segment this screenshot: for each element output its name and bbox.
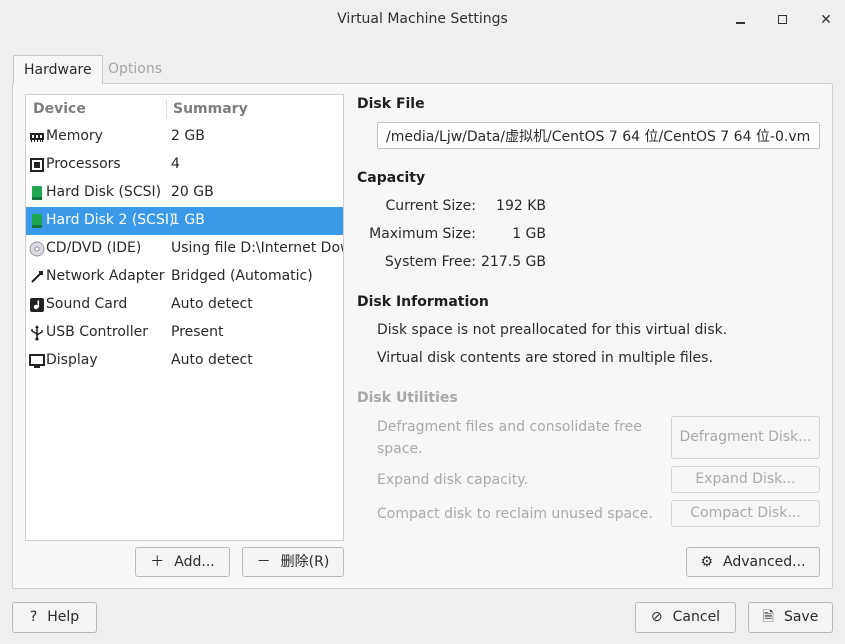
disk-info-multiple-files: Virtual disk contents are stored in mult…	[377, 350, 713, 366]
tab-hardware[interactable]: Hardware	[13, 55, 103, 84]
question-icon: ?	[29, 609, 38, 625]
help-label: Help	[47, 609, 80, 625]
help-button[interactable]: ? Help	[12, 602, 97, 633]
device-summary: 20 GB	[171, 184, 214, 200]
minimize-button[interactable]	[731, 10, 751, 30]
device-name: CD/DVD (IDE)	[46, 240, 142, 256]
device-row-cd-dvd[interactable]: CD/DVD (IDE) Using file D:\Internet Down…	[26, 235, 343, 263]
gears-icon: ⚙	[700, 554, 714, 570]
close-icon: ✕	[820, 12, 832, 28]
device-row-hard-disk[interactable]: Hard Disk (SCSI) 20 GB	[26, 179, 343, 207]
current-size-label: Current Size:	[385, 198, 477, 214]
device-summary: 1 GB	[171, 212, 205, 228]
device-row-hard-disk-2[interactable]: Hard Disk 2 (SCSI) 1 GB	[26, 207, 343, 235]
sound-card-icon	[30, 298, 44, 312]
device-summary: Using file D:\Internet Downloads	[171, 240, 343, 256]
current-size-value: 192 KB	[496, 198, 546, 214]
disk-info-preallocation: Disk space is not preallocated for this …	[377, 322, 728, 338]
device-name: Sound Card	[46, 296, 128, 312]
window-title: Virtual Machine Settings	[337, 11, 508, 27]
device-name: Display	[46, 352, 98, 368]
column-header-device[interactable]: Device	[33, 101, 86, 117]
minimize-icon	[736, 22, 745, 24]
add-label: Add...	[174, 554, 215, 570]
usb-icon	[31, 325, 43, 341]
defragment-description: Defragment files and consolidate free sp…	[377, 419, 642, 457]
advanced-label: Advanced...	[723, 554, 806, 570]
close-button[interactable]: ✕	[816, 10, 836, 30]
cancel-label: Cancel	[672, 609, 721, 625]
cancel-icon: ⊘	[650, 609, 663, 625]
network-adapter-icon	[31, 271, 43, 283]
capacity-heading: Capacity	[357, 170, 426, 186]
device-row-display[interactable]: Display Auto detect	[26, 347, 343, 375]
device-name: Processors	[46, 156, 121, 172]
maximum-size-label: Maximum Size:	[369, 226, 476, 242]
disk-utilities-heading: Disk Utilities	[357, 390, 458, 406]
device-summary: Auto detect	[171, 352, 253, 368]
compact-disk-button[interactable]: Compact Disk...	[671, 500, 820, 527]
hard-disk-icon	[32, 214, 42, 228]
save-button[interactable]: 🗎 Save	[748, 602, 833, 633]
remove-device-button[interactable]: － 删除(R)	[242, 547, 344, 577]
add-device-button[interactable]: ＋ Add...	[135, 547, 230, 577]
plus-icon: ＋	[150, 554, 165, 570]
device-summary: Bridged (Automatic)	[171, 268, 313, 284]
disk-file-path-field[interactable]	[377, 122, 820, 149]
device-row-processors[interactable]: Processors 4	[26, 151, 343, 179]
device-row-memory[interactable]: Memory 2 GB	[26, 123, 343, 151]
column-header-summary[interactable]: Summary	[173, 101, 248, 117]
device-summary: Auto detect	[171, 296, 253, 312]
column-separator	[166, 100, 167, 118]
device-name: USB Controller	[46, 324, 149, 340]
system-free-value: 217.5 GB	[481, 254, 546, 270]
remove-label: 删除(R)	[280, 554, 330, 570]
disk-file-heading: Disk File	[357, 96, 425, 112]
save-icon: 🗎	[762, 609, 774, 625]
device-name: Memory	[46, 128, 103, 144]
defragment-disk-button[interactable]: Defragment Disk...	[671, 416, 820, 459]
tab-options[interactable]: Options	[98, 55, 172, 84]
device-name: Hard Disk (SCSI)	[46, 184, 162, 200]
disk-information-heading: Disk Information	[357, 294, 489, 310]
memory-icon	[30, 133, 44, 142]
advanced-button[interactable]: ⚙ Advanced...	[686, 547, 820, 577]
processor-icon	[30, 158, 44, 172]
maximum-size-value: 1 GB	[512, 226, 546, 242]
display-icon	[29, 354, 45, 368]
save-label: Save	[783, 609, 819, 625]
system-free-label: System Free:	[384, 254, 476, 270]
maximize-button[interactable]	[773, 10, 793, 30]
device-summary: 4	[171, 156, 180, 172]
minus-icon: －	[256, 554, 271, 570]
compact-description: Compact disk to reclaim unused space.	[377, 506, 653, 522]
list-header: Device Summary	[26, 95, 343, 123]
device-summary: Present	[171, 324, 224, 340]
hard-disk-icon	[32, 186, 42, 200]
device-summary: 2 GB	[171, 128, 205, 144]
device-row-usb-controller[interactable]: USB Controller Present	[26, 319, 343, 347]
device-name: Network Adapter	[46, 268, 165, 284]
expand-description: Expand disk capacity.	[377, 472, 528, 488]
cancel-button[interactable]: ⊘ Cancel	[635, 602, 736, 633]
device-name: Hard Disk 2 (SCSI)	[46, 212, 175, 228]
device-row-network-adapter[interactable]: Network Adapter Bridged (Automatic)	[26, 263, 343, 291]
title-bar: Virtual Machine Settings ✕	[0, 0, 845, 40]
device-row-sound-card[interactable]: Sound Card Auto detect	[26, 291, 343, 319]
cd-dvd-icon	[29, 241, 45, 257]
device-list[interactable]: Device Summary Memory 2 GB Processors 4 …	[25, 94, 344, 541]
maximize-icon	[778, 15, 787, 24]
expand-disk-button[interactable]: Expand Disk...	[671, 466, 820, 493]
